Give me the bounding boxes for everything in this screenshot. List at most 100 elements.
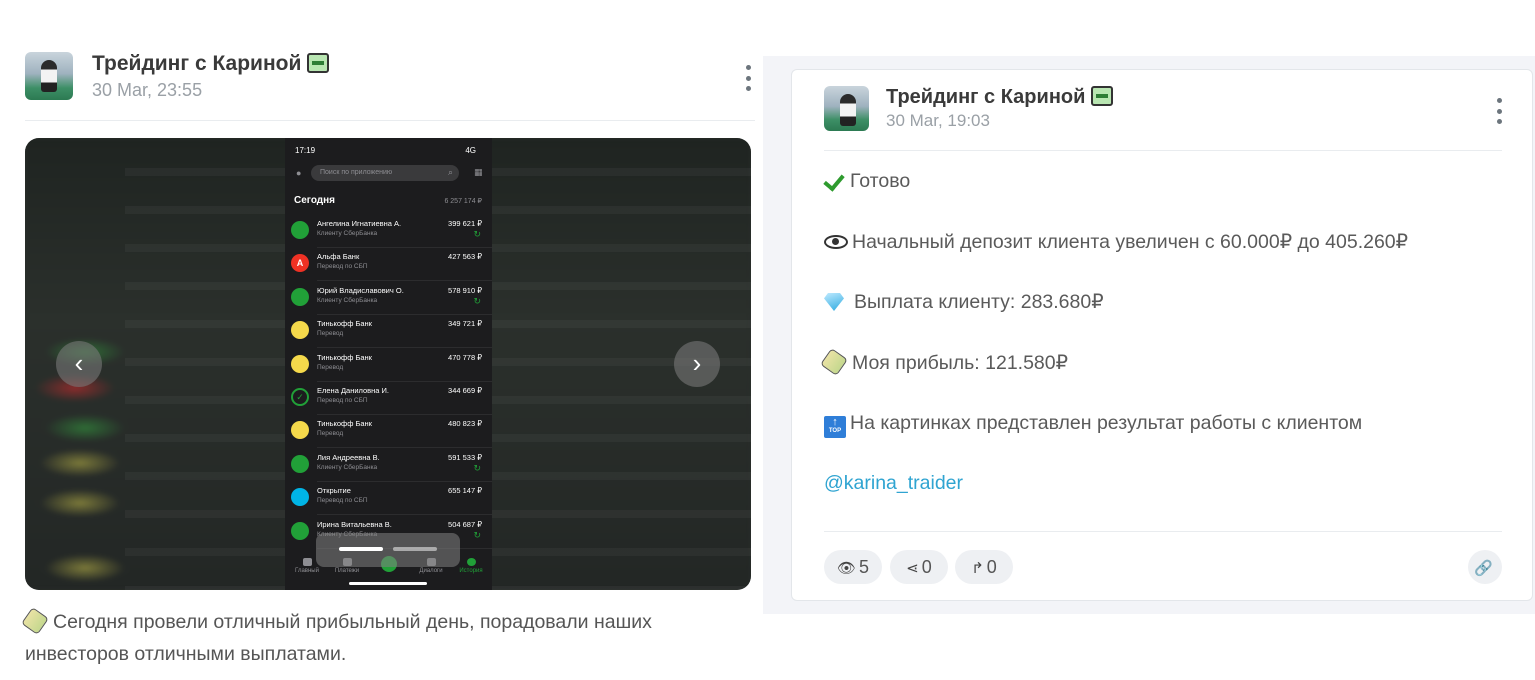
qr-icon: ▦ [474,167,483,177]
transaction-row: Тинькофф Банк Перевод 480 823 ₽ [285,415,492,449]
tinkoff-icon [291,321,309,340]
pager-dot[interactable] [393,547,437,551]
transaction-amount: 399 621 ₽ [448,219,482,228]
share-icon: ⋖ [906,560,919,577]
sber-icon [291,287,309,306]
transaction-type: Клиенту СберБанка [317,296,378,304]
channel-name-text: Трейдинг с Кариной [886,86,1086,108]
copy-link-button[interactable]: 🔗 [1468,550,1502,584]
link-icon: 🔗 [1474,560,1493,577]
transaction-type: Перевод [317,363,344,371]
tinkoff-icon [291,421,309,440]
line-done: Готово [824,170,910,193]
line-payout: Выплата клиенту: 283.680₽ [824,290,1104,314]
channel-avatar[interactable] [25,52,73,100]
channel-name[interactable]: Трейдинг с Кариной [92,52,330,76]
transaction-type: Перевод [317,430,344,438]
line-pictures: TOPНа картинках представлен результат ра… [824,407,1362,438]
status-signal: 4G [465,146,476,155]
money-bag-icon [820,348,848,376]
transaction-name: Тинькофф Банк [317,319,372,329]
status-time: 17:19 [295,146,316,155]
otkritie-icon [291,488,309,507]
sber-icon [291,521,309,540]
home-indicator [349,582,427,585]
transaction-row: Лия Андреевна В. Клиенту СберБанка 591 533… [285,449,492,482]
carousel-pager[interactable] [316,533,460,567]
phone-screenshot: 17:19 4G ● Поиск по приложению ⌕ ▦ Сегод… [285,138,492,590]
eye-icon: 👁 [836,560,857,577]
transaction-row: A Альфа Банк Перевод по СБП 427 563 ₽ [285,248,492,282]
transaction-amount: 591 533 ₽ [448,452,482,462]
views-button[interactable]: 👁 5 [824,550,882,584]
computer-emoji-icon [1091,86,1114,106]
refresh-icon: ↻ [473,462,481,473]
transaction-row: Ангелина Игнатиевна А. Клиенту СберБанка 3… [285,215,492,248]
line-deposit: Начальный депозит клиента увеличен с 60.… [824,230,1408,254]
right-post-card: Трейдинг с Кариной 30 Mar, 19:03 Готово … [791,69,1533,601]
top-arrow-icon: TOP [824,407,846,438]
app-search: Поиск по приложению [311,165,459,181]
forward-icon: ↱ [971,560,984,577]
transaction-row: Юрий Владиславович О. Клиенту СберБанка 57… [285,282,492,315]
sber-icon [291,221,309,239]
media-carousel[interactable]: 17:19 4G ● Поиск по приложению ⌕ ▦ Сегод… [25,138,751,590]
prev-slide-button[interactable]: ‹ [56,341,102,387]
shares-button[interactable]: ⋖ 0 [890,550,948,584]
transaction-name: Альфа Банк [317,252,360,262]
transaction-amount: 349 721 ₽ [448,319,482,329]
alfa-icon: A [291,254,309,273]
computer-emoji-icon [307,53,330,73]
transaction-name: Ирина Витальевна В. [317,519,392,529]
post-footer: 👁 5 ⋖ 0 ↱ 0 🔗 [824,531,1502,584]
right-post-container: Трейдинг с Кариной 30 Mar, 19:03 Готово … [763,56,1535,614]
section-total: 6 257 174 ₽ [444,198,482,205]
eye-icon [824,235,848,249]
refresh-icon: ↻ [473,529,481,540]
transaction-name: Тинькофф Банк [317,352,372,362]
transaction-amount: 480 823 ₽ [448,419,482,429]
transaction-name: Открытие [317,486,351,496]
sber-icon [291,454,309,473]
transaction-type: Перевод по СБП [317,397,368,404]
forwards-button[interactable]: ↱ 0 [955,550,1013,584]
post-date: 30 Mar, 23:55 [92,80,203,100]
transaction-amount: 504 687 ₽ [448,519,482,529]
line-profit: Моя прибыль: 121.580₽ [820,348,1068,376]
transaction-type: Перевод [317,330,344,338]
transaction-type: Клиенту СберБанка [317,463,378,471]
channel-name[interactable]: Трейдинг с Кариной [886,86,1114,109]
more-options-icon[interactable] [745,65,751,91]
transaction-amount: 655 147 ₽ [448,486,482,496]
next-slide-button[interactable]: › [674,341,720,387]
transaction-name: Елена Даниловна И. [317,386,390,395]
check-circle-icon: ✓ [291,388,309,406]
transaction-row: Тинькофф Банк Перевод 470 778 ₽ [285,349,492,382]
transaction-amount: 470 778 ₽ [448,352,482,362]
gem-icon [824,293,844,311]
search-icon: ⌕ [448,167,454,177]
transaction-name: Ангелина Игнатиевна А. [317,219,402,228]
refresh-icon: ↻ [473,229,481,239]
transaction-amount: 578 910 ₽ [448,285,482,295]
post-caption: Сегодня провели отличный прибыльный день… [21,606,755,670]
transaction-name: Юрий Владиславович О. [317,285,404,295]
left-post: Трейдинг с Кариной 30 Mar, 23:55 17:19 4… [0,0,760,680]
channel-name-text: Трейдинг с Кариной [92,52,302,75]
caption-text: Сегодня провели отличный прибыльный день… [25,611,652,665]
refresh-icon: ↻ [473,295,481,306]
tinkoff-icon [291,354,309,373]
transaction-row: ✓ Елена Даниловна И. Перевод по СБП 344 669… [285,382,492,415]
post-header: Трейдинг с Кариной 30 Mar, 19:03 [824,86,1502,151]
transaction-type: Перевод по СБП [317,263,368,271]
channel-handle-link[interactable]: @karina_traider [824,472,963,495]
section-title: Сегодня [294,195,336,206]
transaction-type: Перевод по СБП [317,497,368,505]
transaction-name: Лия Андреевна В. [317,452,380,462]
pager-dot-active[interactable] [339,547,383,551]
channel-avatar[interactable] [824,86,869,131]
check-mark-icon [824,170,846,190]
transaction-amount: 427 563 ₽ [448,252,482,262]
more-options-icon[interactable] [1496,98,1502,124]
post-header: Трейдинг с Кариной 30 Mar, 23:55 [25,52,755,121]
